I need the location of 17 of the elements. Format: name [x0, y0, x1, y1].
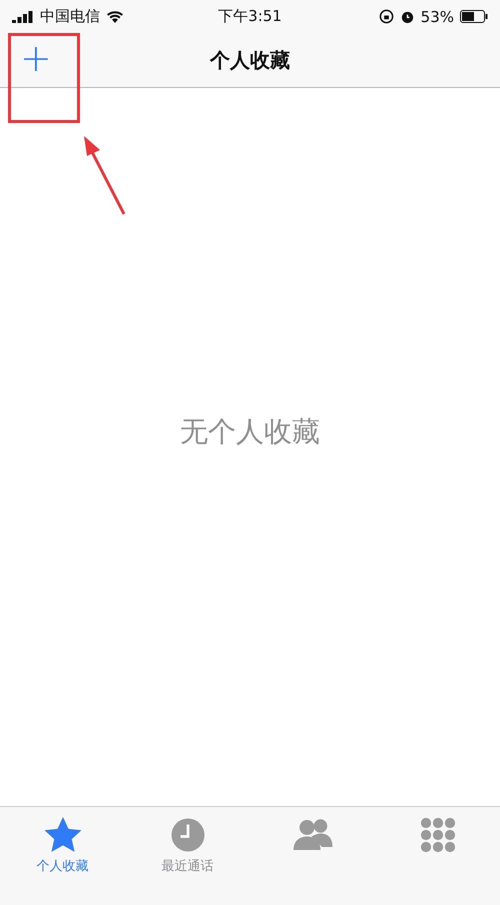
contacts-icon	[292, 817, 332, 853]
rotation-lock-icon	[378, 9, 394, 24]
clock-icon	[170, 817, 206, 853]
signal-icon	[12, 10, 34, 22]
empty-message: 无个人收藏	[180, 414, 320, 450]
battery-icon	[460, 10, 488, 23]
carrier-name: 中国电信	[40, 7, 100, 26]
page-title: 个人收藏	[210, 46, 290, 74]
wifi-icon	[106, 10, 124, 23]
alarm-icon	[400, 9, 415, 24]
clock-time: 下午3:51	[218, 7, 282, 26]
keypad-icon	[420, 817, 456, 853]
tab-item[interactable]: 个人收藏	[0, 817, 125, 875]
tab-item[interactable]: 最近通话	[125, 817, 250, 875]
battery-percent: 53%	[420, 8, 454, 26]
add-button[interactable]: +	[20, 35, 52, 81]
star-icon	[44, 817, 82, 853]
